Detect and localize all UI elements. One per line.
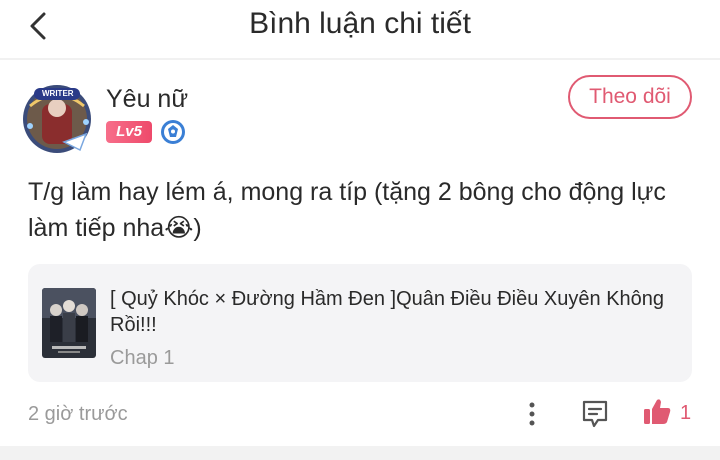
shield-icon bbox=[161, 120, 185, 144]
story-cover-image bbox=[42, 288, 96, 358]
username[interactable]: Yêu nữ bbox=[106, 84, 188, 114]
avatar-frame-label: WRITER bbox=[42, 89, 74, 98]
reply-button[interactable] bbox=[580, 398, 610, 430]
comment-text: T/g làm hay lém á, mong ra típ (tặng 2 b… bbox=[28, 178, 666, 242]
story-card[interactable]: [ Quỷ Khóc × Đường Hầm Đen ]Quân Điều Đi… bbox=[28, 264, 692, 382]
header-bar: Bình luận chi tiết bbox=[0, 0, 720, 52]
like-count: 1 bbox=[680, 402, 692, 424]
comment-icon bbox=[582, 400, 608, 428]
more-options-button[interactable] bbox=[520, 398, 544, 430]
story-title: [ Quỷ Khóc × Đường Hầm Đen ]Quân Điều Đi… bbox=[110, 288, 665, 336]
avatar[interactable]: WRITER bbox=[20, 82, 94, 156]
page-title: Bình luận chi tiết bbox=[249, 7, 471, 40]
follow-button[interactable]: Theo dõi bbox=[568, 75, 692, 119]
story-chapter: Chap 1 bbox=[110, 347, 175, 369]
level-badge: Lv5 bbox=[106, 121, 152, 143]
like-button[interactable]: 1 bbox=[642, 396, 698, 430]
section-divider bbox=[0, 446, 720, 460]
more-vertical-icon bbox=[529, 402, 535, 426]
header-divider bbox=[0, 58, 720, 60]
comment-timestamp: 2 giờ trước bbox=[28, 403, 128, 425]
verified-badge bbox=[160, 119, 186, 145]
thumbs-up-icon bbox=[644, 399, 671, 424]
